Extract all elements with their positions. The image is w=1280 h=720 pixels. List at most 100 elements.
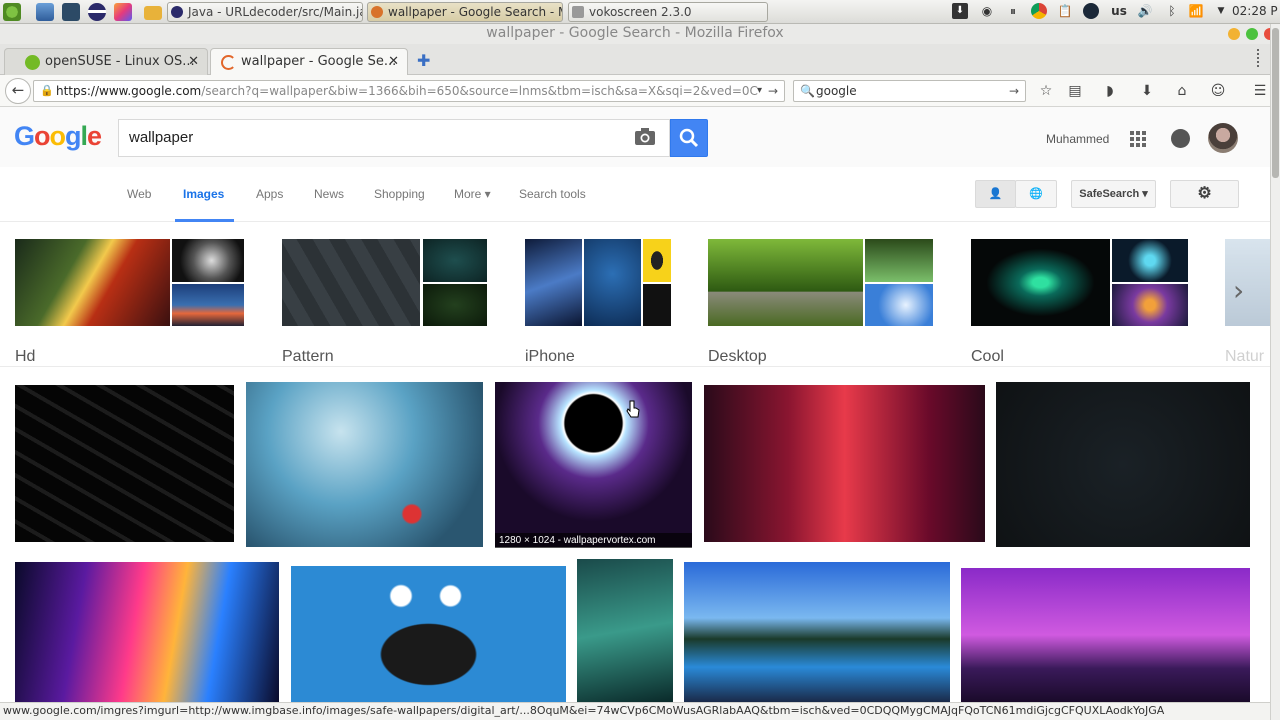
image-result[interactable] [15, 385, 234, 542]
camera-icon[interactable] [634, 127, 656, 147]
tab-more[interactable]: More ▾ [454, 187, 491, 201]
notifications-bell-icon[interactable] [1171, 129, 1190, 148]
file-manager-icon[interactable] [36, 3, 54, 21]
pause-tray-icon[interactable]: ⏸ [1005, 3, 1021, 19]
task-firefox[interactable]: wallpaper - Google Search - M [367, 2, 563, 22]
folder-icon[interactable] [144, 6, 162, 20]
os-taskbar: Java - URLdecoder/src/Main.ja wallpaper … [0, 0, 1280, 24]
search-icon [679, 128, 699, 148]
go-arrow-icon[interactable]: → [768, 81, 778, 101]
url-host: https://www.google.com [56, 84, 202, 98]
related-image [172, 284, 244, 326]
new-tab-icon[interactable]: ✚ [417, 51, 430, 70]
opensuse-favicon [25, 55, 40, 70]
chrome-tray-icon[interactable] [1031, 3, 1047, 19]
close-tab-icon[interactable]: ✕ [188, 54, 199, 69]
google-search-input[interactable]: wallpaper [118, 119, 670, 157]
safesearch-dropdown[interactable]: SafeSearch ▾ [1071, 180, 1156, 208]
record-tray-icon[interactable]: ◉ [979, 3, 995, 19]
chat-icon[interactable]: ☺ [1210, 83, 1226, 99]
home-icon[interactable]: ⌂ [1174, 83, 1190, 99]
steam-tray-icon[interactable] [1083, 3, 1099, 19]
search-icon: 🔍 [800, 84, 815, 98]
image-caption: 1280 × 1024 - wallpapervortex.com [495, 533, 692, 548]
apps-grid-icon[interactable] [1130, 131, 1146, 147]
tab-wallpaper[interactable]: wallpaper - Google Se... ✕ [210, 48, 408, 75]
related-image [1112, 284, 1188, 326]
tab-shopping[interactable]: Shopping [374, 187, 425, 201]
related-label: Pattern [282, 348, 334, 365]
downloads-icon[interactable]: ⬇ [1139, 83, 1155, 99]
user-name[interactable]: Muhammed [1046, 132, 1109, 146]
image-result[interactable] [684, 562, 950, 702]
bookmark-star-icon[interactable]: ☆ [1038, 83, 1054, 99]
window-title: wallpaper - Google Search - Mozilla Fire… [0, 24, 1270, 44]
mouse-pointer-icon [626, 400, 640, 418]
pocket-icon[interactable]: ◗ [1102, 83, 1118, 99]
image-result[interactable] [996, 382, 1250, 547]
image-result[interactable] [495, 382, 692, 547]
minimize-window-button[interactable] [1228, 28, 1240, 40]
menu-hamburger-icon[interactable]: ☰ [1252, 83, 1268, 99]
tab-web[interactable]: Web [127, 187, 151, 201]
settings-gear-button[interactable]: ⚙ [1170, 180, 1239, 208]
terminal-icon[interactable] [62, 3, 80, 21]
menu-chevron-icon[interactable]: ▼ [1213, 3, 1229, 19]
back-button[interactable]: ← [5, 78, 31, 104]
image-result[interactable] [246, 382, 483, 547]
image-result[interactable] [15, 562, 279, 702]
clock[interactable]: 02:28 P [1232, 3, 1280, 19]
clipboard-tray-icon[interactable]: 📋 [1057, 3, 1073, 19]
maximize-window-button[interactable] [1246, 28, 1258, 40]
web-search-box[interactable]: 🔍 google → [793, 80, 1026, 102]
history-dropdown-icon[interactable]: ▾ [757, 81, 762, 101]
related-image [971, 239, 1110, 326]
volume-icon[interactable]: 🔊 [1137, 3, 1153, 19]
url-bar[interactable]: 🔒 https://www.google.com/search?q=wallpap… [33, 80, 785, 102]
reading-list-icon[interactable]: ▤ [1067, 83, 1083, 99]
image-result[interactable] [961, 568, 1250, 702]
url-path: /search?q=wallpaper&biw=1366&bih=650&sou… [201, 84, 758, 98]
image-result[interactable] [704, 385, 985, 542]
intellij-icon[interactable] [114, 3, 132, 21]
related-image [584, 239, 641, 326]
hide-personal-results-button[interactable]: 🌐 [1015, 180, 1057, 208]
vertical-scrollbar[interactable] [1270, 24, 1280, 720]
firefox-task-icon [371, 6, 383, 18]
tab-news[interactable]: News [314, 187, 344, 201]
eclipse-task-icon [171, 6, 183, 18]
related-image [865, 239, 933, 282]
tab-images[interactable]: Images [183, 187, 224, 201]
opensuse-menu-icon[interactable] [3, 3, 21, 21]
personal-results-button[interactable]: 👤 [975, 180, 1016, 208]
status-bar: www.google.com/imgres?imgurl=http://www.… [0, 702, 1270, 720]
logo-letter: e [87, 121, 102, 151]
image-result[interactable] [577, 559, 673, 702]
tab-label: openSUSE - Linux OS... [45, 54, 195, 69]
wifi-icon[interactable]: 📶 [1188, 3, 1204, 19]
close-tab-icon[interactable]: ✕ [388, 54, 399, 69]
chevron-right-icon[interactable]: › [1233, 274, 1244, 307]
eclipse-icon[interactable] [88, 3, 106, 21]
search-tools-button[interactable]: Search tools [519, 187, 586, 201]
task-vokoscreen[interactable]: vokoscreen 2.3.0 [568, 2, 768, 22]
image-result[interactable] [291, 566, 566, 702]
related-label: Desktop [708, 348, 767, 365]
go-arrow-icon[interactable]: → [1009, 81, 1019, 101]
tab-apps[interactable]: Apps [256, 187, 283, 201]
scrollbar-thumb[interactable] [1272, 28, 1279, 178]
bluetooth-icon[interactable]: ᛒ [1164, 3, 1180, 19]
tab-opensuse[interactable]: openSUSE - Linux OS... ✕ [4, 48, 208, 75]
related-image [1112, 239, 1188, 282]
tab-list-icon[interactable] [1257, 49, 1263, 67]
google-search-button[interactable] [670, 119, 708, 157]
related-image [525, 239, 582, 326]
keyboard-layout[interactable]: us [1108, 3, 1130, 19]
task-label: Java - URLdecoder/src/Main.ja [188, 5, 363, 19]
related-image [423, 284, 487, 326]
avatar[interactable] [1208, 123, 1238, 153]
download-tray-icon[interactable]: ⬇ [952, 3, 968, 19]
google-logo[interactable]: Google [14, 121, 102, 152]
task-java[interactable]: Java - URLdecoder/src/Main.ja [167, 2, 363, 22]
related-image [1225, 239, 1270, 326]
